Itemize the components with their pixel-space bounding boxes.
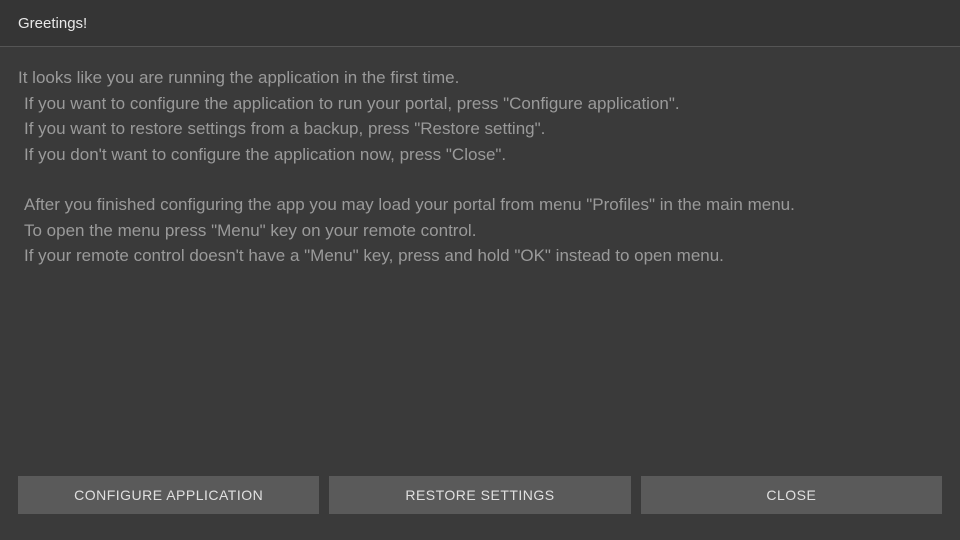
body-line: If your remote control doesn't have a "M… <box>18 243 942 269</box>
dialog-button-bar: CONFIGURE APPLICATION RESTORE SETTINGS C… <box>18 476 942 514</box>
body-line: To open the menu press "Menu" key on you… <box>18 218 942 244</box>
configure-application-button[interactable]: CONFIGURE APPLICATION <box>18 476 319 514</box>
close-button[interactable]: CLOSE <box>641 476 942 514</box>
body-line: If you want to configure the application… <box>18 91 942 117</box>
body-line: It looks like you are running the applic… <box>18 65 942 91</box>
restore-settings-button[interactable]: RESTORE SETTINGS <box>329 476 630 514</box>
body-line: If you don't want to configure the appli… <box>18 142 942 168</box>
dialog-title: Greetings! <box>18 15 87 32</box>
body-line: If you want to restore settings from a b… <box>18 116 942 142</box>
body-line: After you finished configuring the app y… <box>18 192 942 218</box>
dialog-header: Greetings! <box>0 0 960 46</box>
paragraph-spacer <box>18 167 942 192</box>
dialog-body: It looks like you are running the applic… <box>0 47 960 269</box>
